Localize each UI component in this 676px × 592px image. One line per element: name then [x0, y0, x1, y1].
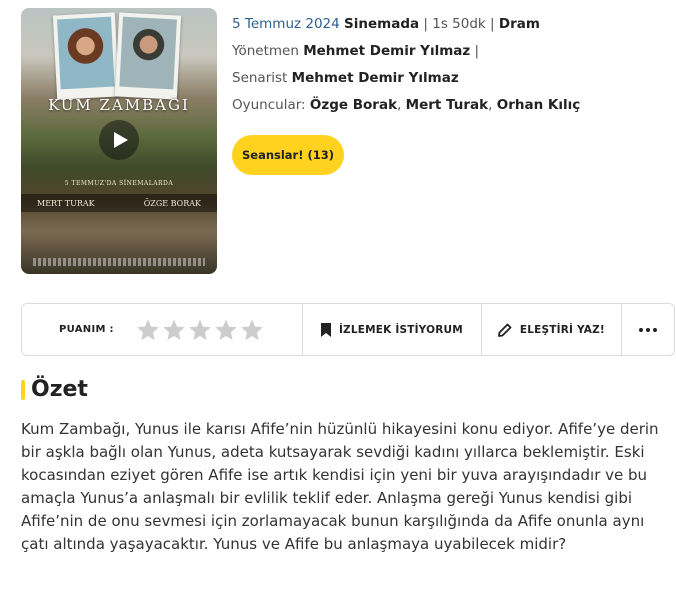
cast-label: Oyuncular: [232, 97, 306, 113]
poster-release-text: 5 TEMMUZ'DA SİNEMALARDA [64, 180, 174, 187]
movie-info: 5 Temmuz 2024 Sinemada | 1s 50dk | Dram … [232, 16, 662, 124]
summary-accent-bar [21, 379, 25, 400]
poster-credits [33, 258, 205, 266]
poster-title: KUM ZAMBAĞI [48, 96, 190, 114]
star-icon[interactable] [240, 318, 264, 342]
duration: 1s 50dk [432, 16, 486, 32]
watchlist-label: İZLEMEK İSTİYORUM [338, 323, 463, 336]
cast-link[interactable]: Özge Borak [310, 97, 397, 113]
star-icon[interactable] [162, 318, 186, 342]
meta-separator: | [490, 16, 495, 32]
poster-photo-left [52, 12, 120, 100]
category-link[interactable]: Sinemada [344, 16, 419, 32]
trailer-play-button[interactable] [99, 120, 139, 160]
poster-actor-right: ÖZGE BORAK [143, 198, 201, 208]
release-date: 5 Temmuz 2024 [232, 16, 340, 32]
cast-row: Oyuncular: Özge Borak, Mert Turak, Orhan… [232, 97, 581, 113]
star-icon[interactable] [188, 318, 212, 342]
meta-separator: | [423, 16, 428, 32]
action-bar: PUANIM : İZLEMEK İSTİYORUM ELEŞTİRİ YAZ! [21, 303, 675, 356]
cast-link[interactable]: Mert Turak [406, 97, 488, 113]
summary-text: Kum Zambağı, Yunus ile karısı Afife’nin … [21, 420, 659, 553]
poster-actor-left: MERT TURAK [37, 198, 95, 208]
play-icon [113, 132, 128, 148]
summary-title: Özet [31, 377, 88, 402]
more-options-button[interactable] [622, 304, 674, 355]
writer-row: Senarist Mehmet Demir Yılmaz [232, 70, 662, 97]
writer-link[interactable]: Mehmet Demir Yılmaz [292, 70, 459, 86]
more-dots-icon [639, 327, 658, 332]
star-icon[interactable] [136, 318, 160, 342]
rating-label: PUANIM : [59, 324, 114, 335]
rating-stars [136, 318, 264, 342]
cast-link[interactable]: Orhan Kılıç [497, 97, 581, 113]
write-review-button[interactable]: ELEŞTİRİ YAZ! [482, 304, 623, 355]
director-row: Yönetmen Mehmet Demir Yılmaz | [232, 43, 662, 70]
bookmark-icon [320, 322, 331, 337]
movie-poster[interactable]: KUM ZAMBAĞI 5 TEMMUZ'DA SİNEMALARDA MERT… [21, 8, 217, 274]
watchlist-button[interactable]: İZLEMEK İSTİYORUM [303, 304, 482, 355]
sessions-button[interactable]: Seanslar! (13) [232, 135, 344, 175]
rating-cell: PUANIM : [22, 304, 304, 355]
poster-actor-names: MERT TURAK ÖZGE BORAK [21, 194, 217, 212]
poster-photo-right [114, 12, 182, 100]
director-link[interactable]: Mehmet Demir Yılmaz [303, 43, 470, 59]
review-label: ELEŞTİRİ YAZ! [519, 323, 605, 336]
meta-row: 5 Temmuz 2024 Sinemada | 1s 50dk | Dram [232, 16, 662, 43]
summary-header: Özet [21, 377, 88, 402]
writer-label: Senarist [232, 70, 288, 86]
genre-link[interactable]: Dram [499, 16, 540, 32]
star-icon[interactable] [214, 318, 238, 342]
meta-separator: | [474, 43, 480, 59]
pencil-icon [497, 323, 512, 337]
director-label: Yönetmen [232, 43, 299, 59]
